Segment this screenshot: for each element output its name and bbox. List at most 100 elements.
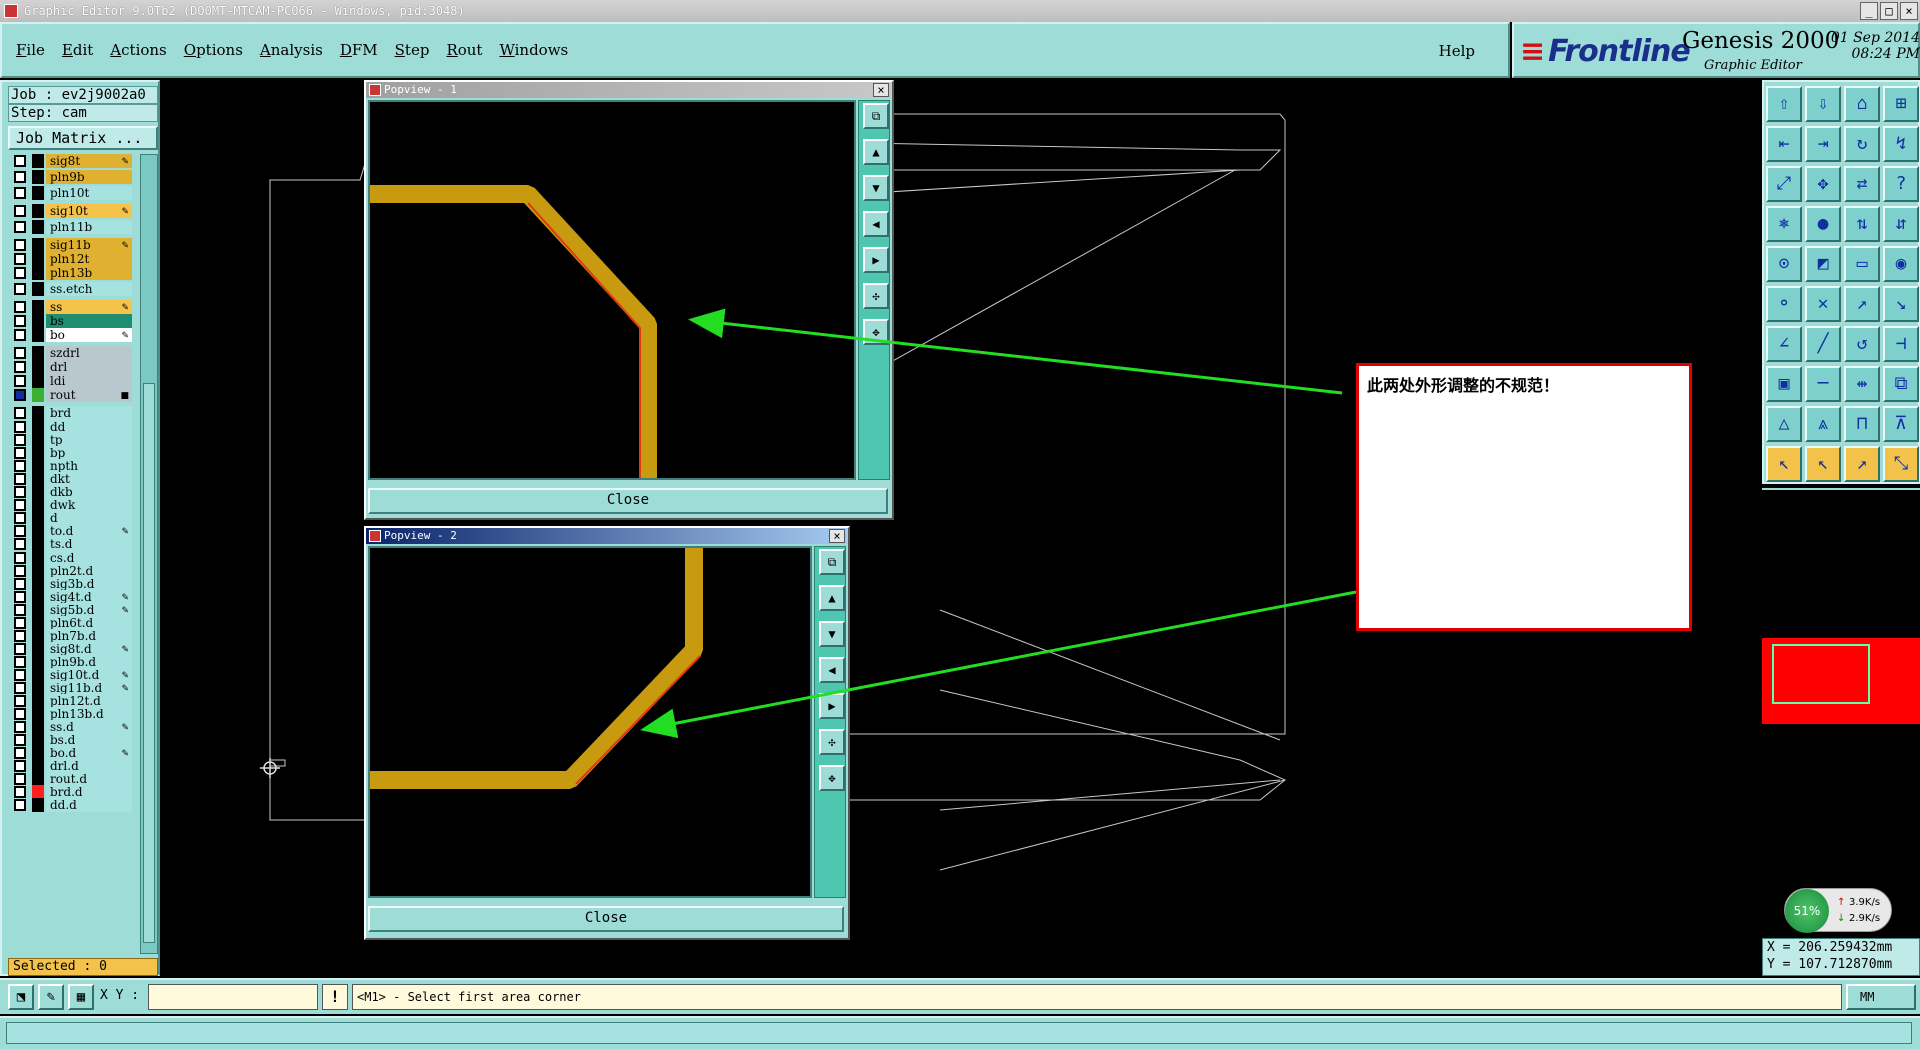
layer-checkbox[interactable] [14, 221, 26, 233]
layer-checkbox[interactable] [14, 695, 26, 708]
popview-1-pan-left-icon[interactable]: ◀ [863, 211, 889, 237]
layer-row[interactable]: sig5b.d ✎ [8, 602, 132, 617]
popview-1-close-icon[interactable]: × [873, 83, 889, 97]
popview-2-view[interactable] [368, 546, 812, 898]
layer-name[interactable]: rout.d [46, 772, 132, 787]
layer-name[interactable]: ldi [46, 374, 132, 388]
layer-row[interactable]: sig3b.d [8, 576, 132, 591]
layer-checkbox[interactable] [14, 301, 26, 313]
layer-row[interactable]: pln11b [8, 220, 132, 234]
popview-2-zoom-in-icon[interactable]: ✥ [819, 765, 845, 791]
layer-checkbox[interactable] [14, 486, 26, 499]
layer-name[interactable]: pln13b.d [46, 707, 132, 722]
layer-checkbox[interactable] [14, 375, 26, 387]
grid-icon[interactable]: ▦ [68, 984, 94, 1010]
layer-row[interactable]: szdrl [8, 346, 132, 360]
minimize-button[interactable]: _ [1860, 2, 1878, 20]
layer-name[interactable]: sig10t ✎ [46, 204, 132, 218]
popview-2-pan-left-icon[interactable]: ◀ [819, 657, 845, 683]
layer-row[interactable]: drl [8, 360, 132, 374]
flip-h-icon[interactable]: ⇵ [1883, 206, 1919, 242]
job-matrix-button[interactable]: Job Matrix ... [8, 126, 158, 150]
layer-checkbox[interactable] [14, 629, 26, 642]
layer-row[interactable]: sig8t.d ✎ [8, 641, 132, 656]
layer-name[interactable]: to.d ✎ [46, 524, 132, 539]
layer-checkbox[interactable] [14, 361, 26, 373]
layer-row[interactable]: pln13b.d [8, 707, 132, 722]
scroll-thumb[interactable] [143, 383, 155, 943]
swap-icon[interactable]: ⇄ [1844, 166, 1880, 202]
popview-1-window[interactable]: Popview - 1 × ⧉ ▲ ▼ ◀ ▶ ✣ ✥ Close [364, 80, 894, 520]
layer-checkbox[interactable] [14, 773, 26, 786]
menu-item-file[interactable]: File [16, 41, 45, 59]
layer-checkbox[interactable] [14, 267, 26, 279]
popview-2-zoom-out-icon[interactable]: ✣ [819, 729, 845, 755]
layer-name[interactable]: rout ■ [46, 388, 132, 402]
layer-name[interactable]: szdrl [46, 346, 132, 360]
layer-name[interactable]: pln10t [46, 186, 132, 200]
resize-icon[interactable]: ⤡ [1883, 446, 1919, 482]
message-button[interactable]: ! [322, 984, 348, 1010]
layer-checkbox[interactable] [14, 473, 26, 486]
layer-row[interactable]: bo ✎ [8, 328, 132, 342]
layer-checkbox[interactable] [14, 682, 26, 694]
layer-name[interactable]: sig5b.d ✎ [46, 602, 132, 617]
layer-row[interactable]: sig8t ✎ [8, 154, 132, 168]
arrow-se-icon[interactable]: ↘ [1883, 286, 1919, 322]
layer-name[interactable]: brd [46, 406, 132, 420]
layer-checkbox[interactable] [14, 447, 26, 460]
menu-item-windows[interactable]: Windows [499, 41, 568, 59]
layer-name[interactable]: dd [46, 420, 132, 434]
layer-name[interactable]: sig8t.d ✎ [46, 641, 132, 656]
layer-checkbox[interactable] [14, 155, 26, 167]
layer-row[interactable]: ldi [8, 374, 132, 388]
angle-icon[interactable]: ∠ [1766, 326, 1802, 362]
layer-checkbox[interactable] [14, 283, 26, 295]
layer-checkbox[interactable] [14, 329, 26, 341]
layer-name[interactable]: pln13b [46, 266, 132, 280]
arrow-ne-icon[interactable]: ↗ [1844, 286, 1880, 322]
layer-checkbox[interactable] [14, 577, 26, 590]
layer-row[interactable]: bs.d [8, 733, 132, 748]
layer-name[interactable]: sig11b.d ✎ [46, 681, 132, 695]
menu-item-help[interactable]: Help [1439, 42, 1475, 60]
layer-name[interactable]: pln11b [46, 220, 132, 234]
layer-checkbox[interactable] [14, 603, 26, 616]
layer-name[interactable]: dd.d [46, 798, 132, 813]
layer-name[interactable]: pln9b [46, 170, 132, 184]
layer-name[interactable]: sig3b.d [46, 576, 132, 591]
layer-name[interactable]: drl [46, 360, 132, 374]
layer-row[interactable]: cs.d [8, 550, 132, 565]
layer-checkbox[interactable] [14, 315, 26, 327]
layer-name[interactable]: bo ✎ [46, 328, 132, 342]
layer-name[interactable]: sig11b ✎ [46, 238, 132, 252]
layer-row[interactable]: sig11b ✎ [8, 238, 132, 252]
corner-icon[interactable]: ◩ [1805, 246, 1841, 282]
menu-item-options[interactable]: Options [184, 41, 243, 59]
popview-2-fit-icon[interactable]: ⧉ [819, 549, 845, 575]
popview-2-pan-down-icon[interactable]: ▼ [819, 621, 845, 647]
menu-item-analysis[interactable]: Analysis [260, 41, 323, 59]
layer-name[interactable]: bs.d [46, 733, 132, 748]
layer-checkbox[interactable] [14, 564, 26, 577]
menu-item-step[interactable]: Step [395, 41, 430, 59]
layer-name[interactable]: bo.d ✎ [46, 746, 132, 761]
layer-row[interactable]: sig11b.d ✎ [8, 681, 132, 695]
layer-name[interactable]: pln9b.d [46, 654, 132, 669]
popview-2-close-icon[interactable]: × [829, 529, 845, 543]
snap-icon[interactable]: ⊣ [1883, 326, 1919, 362]
select-ne-icon[interactable]: ↗ [1844, 446, 1880, 482]
layer-name[interactable]: sig8t ✎ [46, 154, 132, 168]
layer-name[interactable]: dwk [46, 498, 132, 513]
layer-name[interactable]: pln2t.d [46, 563, 132, 578]
layer-row[interactable]: dwk [8, 498, 132, 513]
popview-1-view[interactable] [368, 100, 856, 480]
arc-icon[interactable]: ⩓ [1805, 406, 1841, 442]
snap-icon[interactable]: ⬔ [8, 984, 34, 1010]
layer-row[interactable]: pln9b [8, 170, 132, 184]
layer-checkbox[interactable] [14, 389, 26, 401]
node-icon[interactable]: ⚬ [1766, 286, 1802, 322]
layer-row[interactable]: sig10t.d ✎ [8, 667, 132, 682]
bridge-icon[interactable]: ⊓ [1844, 406, 1880, 442]
flip-v-icon[interactable]: ⇅ [1844, 206, 1880, 242]
